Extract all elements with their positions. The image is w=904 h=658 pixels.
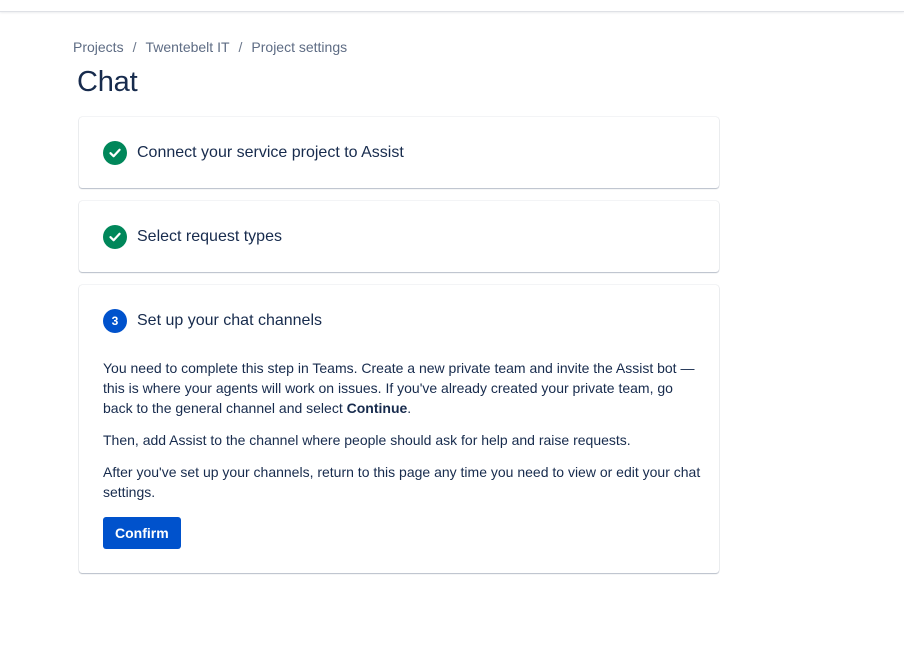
step-card-chat-channels: 3 Set up your chat channels You need to …: [79, 285, 719, 573]
breadcrumb-separator: /: [238, 39, 243, 55]
step-title: Select request types: [137, 228, 282, 245]
step-title: Set up your chat channels: [137, 312, 323, 329]
instruction-paragraph: After you've set up your channels, retur…: [103, 464, 701, 500]
top-navigation-edge: [0, 0, 904, 12]
confirm-button[interactable]: Confirm: [103, 517, 181, 549]
step-header: Connect your service project to Assist: [103, 141, 404, 165]
breadcrumb-project-settings[interactable]: Project settings: [251, 39, 347, 55]
instruction-paragraph: You need to complete this step in Teams.…: [103, 358, 703, 418]
breadcrumb-separator: /: [132, 39, 137, 55]
step-header: 3 Set up your chat channels: [103, 309, 322, 333]
step-card-connect-assist: Connect your service project to Assist: [79, 117, 719, 188]
continue-keyword: Continue: [346, 400, 408, 416]
breadcrumb-twentebelt-it[interactable]: Twentebelt IT: [145, 39, 229, 55]
step-title: Connect your service project to Assist: [137, 144, 404, 161]
instruction-period: .: [407, 400, 412, 416]
check-circle-icon: [103, 225, 127, 249]
step-card-request-types: Select request types: [79, 201, 719, 272]
check-circle-icon: [103, 141, 127, 165]
instruction-paragraph: Then, add Assist to the channel where pe…: [103, 432, 631, 448]
step-number-badge: 3: [103, 309, 127, 333]
step-instructions: You need to complete this step in Teams.…: [103, 358, 703, 514]
step-header: Select request types: [103, 225, 282, 249]
breadcrumb-projects[interactable]: Projects: [73, 39, 124, 55]
breadcrumb: Projects / Twentebelt IT / Project setti…: [73, 39, 347, 55]
page-title: Chat: [77, 66, 138, 98]
